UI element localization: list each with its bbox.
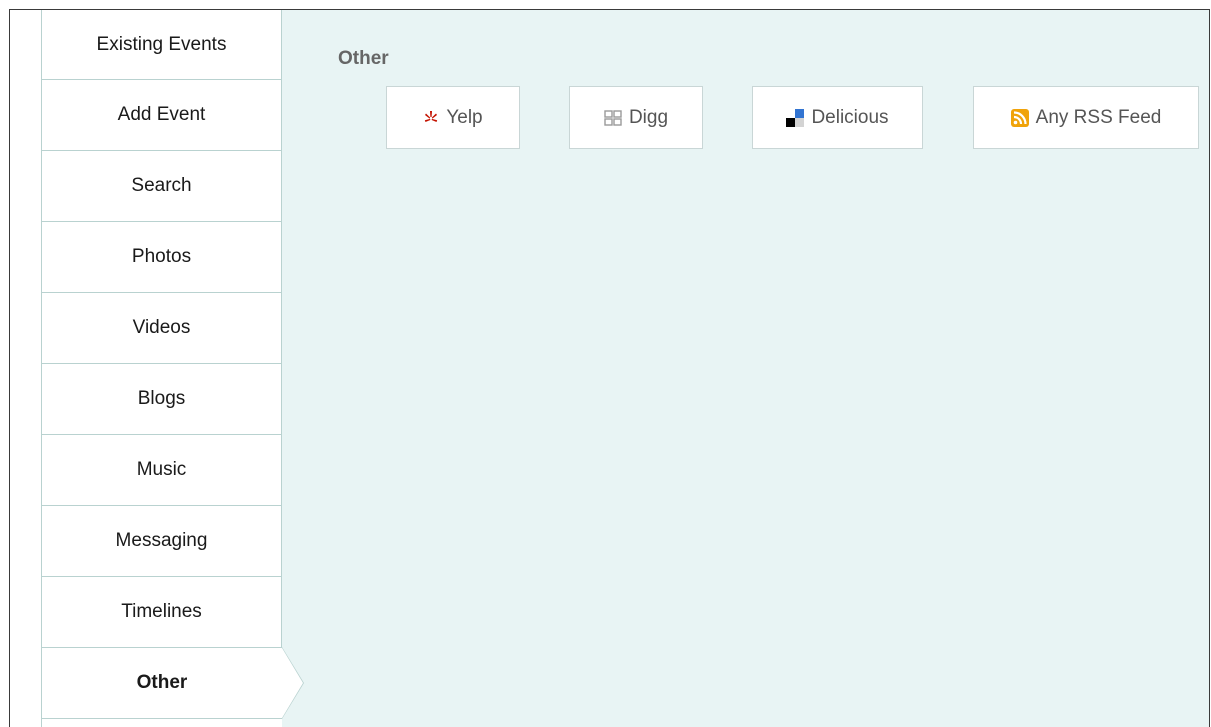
- sidebar-item-messaging[interactable]: Messaging: [42, 506, 282, 577]
- sidebar-item-photos[interactable]: Photos: [42, 222, 282, 293]
- content-panel: Other Yelp Digg Delicious Any RSS Feed: [282, 10, 1209, 727]
- sidebar-item-timelines[interactable]: Timelines: [42, 577, 282, 648]
- sidebar-item-label: Search: [131, 175, 192, 196]
- yelp-label: Yelp: [446, 106, 483, 128]
- sidebar-item-label: Videos: [132, 317, 191, 338]
- sidebar-item-label: Blogs: [137, 388, 186, 409]
- sidebar-item-label: Photos: [131, 246, 192, 267]
- rss-button[interactable]: Any RSS Feed: [973, 86, 1199, 149]
- yelp-button[interactable]: Yelp: [386, 86, 520, 149]
- sidebar-item-add-event[interactable]: Add Event: [42, 80, 282, 151]
- sidebar-item-search[interactable]: Search: [42, 151, 282, 222]
- sidebar-item-existing-events[interactable]: Existing Events: [42, 10, 282, 80]
- sidebar-item-blogs[interactable]: Blogs: [42, 364, 282, 435]
- rss-icon: [1010, 108, 1029, 127]
- digg-icon: [604, 109, 622, 126]
- section-title: Other: [338, 48, 389, 69]
- sidebar-item-label: Add Event: [117, 104, 206, 125]
- rss-label: Any RSS Feed: [1035, 106, 1162, 128]
- delicious-icon: [786, 108, 805, 127]
- sidebar-nav: Existing Events Add Event Search Photos …: [41, 10, 304, 727]
- sidebar-item-label: Existing Events: [96, 33, 227, 55]
- digg-button[interactable]: Digg: [569, 86, 703, 149]
- sidebar-item-other[interactable]: Other: [42, 647, 304, 719]
- sidebar-item-label: Music: [136, 459, 187, 480]
- digg-label: Digg: [628, 106, 669, 128]
- sidebar-item-videos[interactable]: Videos: [42, 293, 282, 364]
- delicious-button[interactable]: Delicious: [752, 86, 923, 149]
- sidebar-item-music[interactable]: Music: [42, 435, 282, 506]
- delicious-label: Delicious: [811, 106, 889, 128]
- sidebar-item-label: Other: [136, 672, 188, 693]
- sidebar-item-label: Messaging: [115, 530, 208, 551]
- sidebar-item-label: Timelines: [121, 601, 202, 622]
- yelp-icon: [423, 110, 439, 126]
